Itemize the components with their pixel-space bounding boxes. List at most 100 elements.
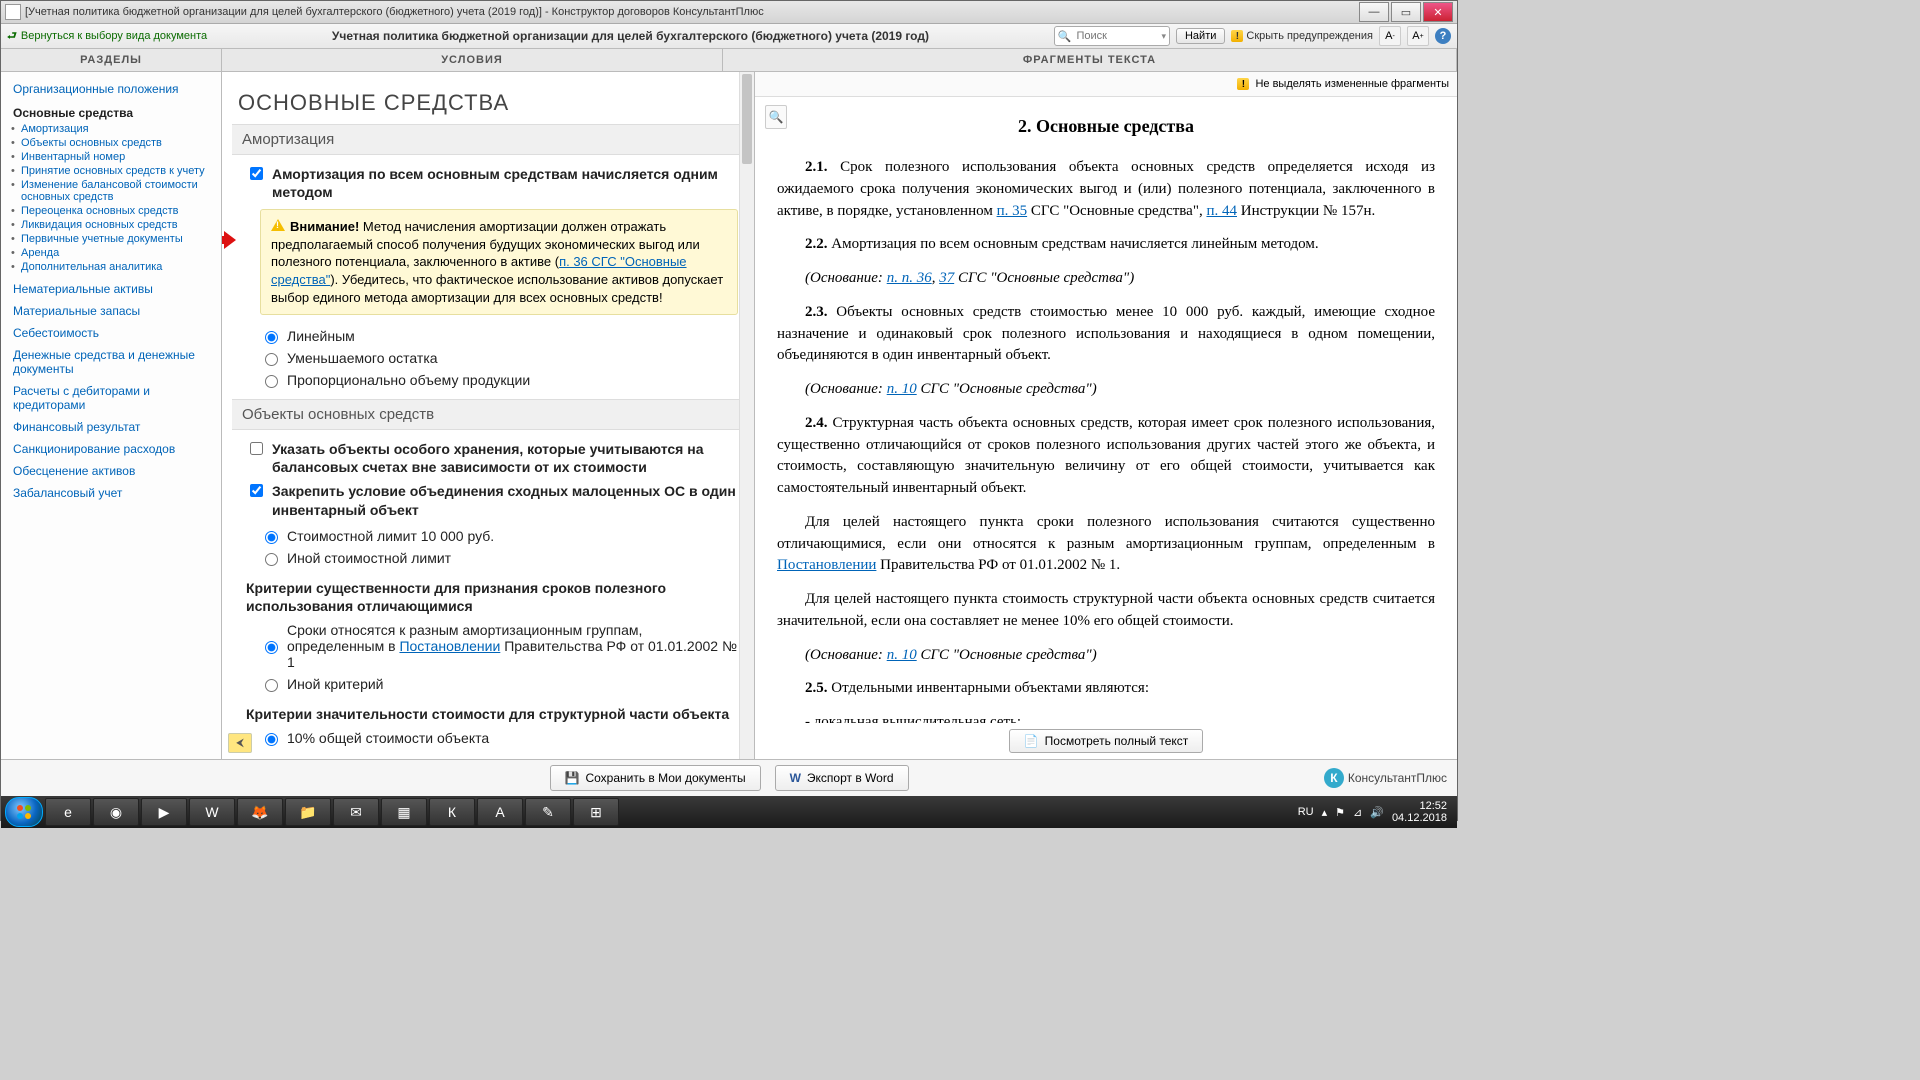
taskbar-mail[interactable]: ✉	[333, 798, 379, 826]
ref-link[interactable]: п. 10	[887, 647, 917, 663]
back-button[interactable]: ⮐ Вернуться к выбору вида документа	[7, 27, 207, 46]
radio-term-other[interactable]	[265, 679, 278, 692]
ref-link[interactable]: п. 35	[997, 203, 1028, 219]
no-highlight-toggle[interactable]: Не выделять измененные фрагменты	[1255, 78, 1449, 90]
sidebar-link[interactable]: Финансовый результат	[1, 416, 221, 438]
radio-cost-10000[interactable]	[265, 531, 278, 544]
sidebar-sub-item[interactable]: Ликвидация основных средств	[21, 218, 221, 232]
tray-network-icon[interactable]: ⊿	[1353, 806, 1362, 819]
taskbar-explorer[interactable]: 📁	[285, 798, 331, 826]
tray-volume-icon[interactable]: 🔊	[1370, 806, 1384, 819]
brand-logo-icon: К	[1324, 768, 1344, 788]
taskbar: e ◉ ▶ W 🦊 📁 ✉ ▦ К A ✎ ⊞ RU ▴ ⚑ ⊿ 🔊 12:52…	[1, 796, 1457, 828]
document-title: Учетная политика бюджетной организации д…	[213, 29, 1048, 43]
sidebar-link[interactable]: Обесценение активов	[1, 460, 221, 482]
sidebar-link[interactable]: Материальные запасы	[1, 300, 221, 322]
taskbar-media[interactable]: ▶	[141, 798, 187, 826]
taskbar-app[interactable]: ▦	[381, 798, 427, 826]
sidebar-sub-item[interactable]: Амортизация	[21, 122, 221, 136]
header-sections: РАЗДЕЛЫ	[1, 49, 222, 71]
taskbar-ie[interactable]: e	[45, 798, 91, 826]
ref-link[interactable]: п. п. 36	[887, 270, 932, 286]
sidebar-sub-item[interactable]: Первичные учетные документы	[21, 232, 221, 246]
font-decrease-button[interactable]: A-	[1379, 26, 1401, 46]
ref-link[interactable]: п. 44	[1206, 203, 1237, 219]
ref-link[interactable]: Постановлении	[777, 557, 876, 573]
window-title: [Учетная политика бюджетной организации …	[25, 6, 764, 18]
hide-warnings-button[interactable]: ! Скрыть предупреждения	[1231, 30, 1373, 42]
checkbox-combine-label: Закрепить условие объединения сходных ма…	[272, 482, 738, 518]
search-box[interactable]: 🔍 ▾	[1054, 26, 1170, 46]
sidebar-link[interactable]: Себестоимость	[1, 322, 221, 344]
sidebar-section-os[interactable]: Основные средства	[1, 100, 221, 122]
taskbar-word[interactable]: W	[189, 798, 235, 826]
taskbar-app2[interactable]: ✎	[525, 798, 571, 826]
significance-title: Критерии значительности стоимости для ст…	[246, 705, 738, 723]
sidebar-sub-item[interactable]: Объекты основных средств	[21, 136, 221, 150]
sidebar-sub-item[interactable]: Изменение балансовой стоимости основных …	[21, 178, 221, 204]
radio-term-groups[interactable]	[265, 641, 278, 654]
radio-group-terms: Сроки относятся к разным амортизационным…	[260, 619, 738, 695]
sidebar-link[interactable]: Нематериальные активы	[1, 278, 221, 300]
conditions-panel: ОСНОВНЫЕ СРЕДСТВА Амортизация Амортизаци…	[222, 72, 755, 759]
tray-flag-icon[interactable]: ⚑	[1335, 806, 1345, 819]
titlebar: [Учетная политика бюджетной организации …	[1, 1, 1457, 24]
radio-proportional-label: Пропорционально объему продукции	[287, 372, 530, 388]
conditions-scrollbar[interactable]	[739, 72, 754, 759]
search-input[interactable]	[1074, 30, 1158, 42]
prev-section-button[interactable]: ⮜	[228, 733, 252, 753]
sidebar-sub-item[interactable]: Дополнительная аналитика	[21, 260, 221, 274]
warning-box: Внимание! Метод начисления амортизации д…	[260, 209, 738, 315]
checkbox-special-label: Указать объекты особого хранения, которы…	[272, 440, 738, 476]
maximize-button[interactable]: ▭	[1391, 2, 1421, 22]
checkbox-amort-all[interactable]	[250, 167, 263, 180]
taskbar-firefox[interactable]: 🦊	[237, 798, 283, 826]
fragment-content: 2. Основные средства 2.1. Срок полезного…	[755, 97, 1457, 723]
zoom-fragment-icon[interactable]: 🔍	[765, 105, 787, 129]
save-label: Сохранить в Мои документы	[585, 771, 745, 785]
save-button[interactable]: 💾Сохранить в Мои документы	[550, 765, 761, 791]
tray-arrow-icon[interactable]: ▴	[1322, 806, 1328, 819]
radio-reducing[interactable]	[265, 353, 278, 366]
ref-link[interactable]: п. 10	[887, 381, 917, 397]
sidebar-link[interactable]: Санкционирование расходов	[1, 438, 221, 460]
sidebar-link-org[interactable]: Организационные положения	[1, 78, 221, 100]
minimize-button[interactable]: —	[1359, 2, 1389, 22]
close-button[interactable]: ✕	[1423, 2, 1453, 22]
taskbar-consultant[interactable]: К	[429, 798, 475, 826]
search-dropdown-icon[interactable]: ▾	[1158, 31, 1169, 42]
export-word-button[interactable]: WЭкспорт в Word	[775, 765, 909, 791]
taskbar-pdf[interactable]: A	[477, 798, 523, 826]
ref-link[interactable]: 37	[939, 270, 954, 286]
sidebar-link[interactable]: Забалансовый учет	[1, 482, 221, 504]
sidebar-sub-item[interactable]: Принятие основных средств к учету	[21, 164, 221, 178]
font-increase-button[interactable]: A+	[1407, 26, 1429, 46]
tray-clock[interactable]: 12:52 04.12.2018	[1392, 800, 1447, 824]
view-full-text-button[interactable]: 📄 Посмотреть полный текст	[1009, 729, 1204, 753]
search-icon: 🔍	[1055, 30, 1075, 43]
sidebar-sub-item[interactable]: Переоценка основных средств	[21, 204, 221, 218]
app-window: [Учетная политика бюджетной организации …	[0, 0, 1458, 821]
taskbar-app3[interactable]: ⊞	[573, 798, 619, 826]
sidebar-sub-item[interactable]: Инвентарный номер	[21, 150, 221, 164]
radio-linear[interactable]	[265, 331, 278, 344]
radio-group-cost: Стоимостной лимит 10 000 руб. Иной стоим…	[260, 525, 738, 569]
decree-link[interactable]: Постановлении	[399, 638, 500, 654]
radio-cost-other[interactable]	[265, 553, 278, 566]
find-button[interactable]: Найти	[1176, 28, 1225, 44]
back-label: Вернуться к выбору вида документа	[21, 30, 207, 42]
checkbox-special-objects[interactable]	[250, 442, 263, 455]
radio-proportional[interactable]	[265, 375, 278, 388]
word-icon: W	[790, 771, 801, 785]
checkbox-combine[interactable]	[250, 484, 263, 497]
sidebar-link[interactable]: Расчеты с дебиторами и кредиторами	[1, 380, 221, 416]
taskbar-chrome[interactable]: ◉	[93, 798, 139, 826]
app-icon	[5, 4, 21, 20]
tray-lang[interactable]: RU	[1298, 806, 1314, 818]
sidebar-sub-item[interactable]: Аренда	[21, 246, 221, 260]
start-button[interactable]	[5, 797, 43, 827]
fragments-panel: ! Не выделять измененные фрагменты 🔍 2. …	[755, 72, 1457, 759]
sidebar-link[interactable]: Денежные средства и денежные документы	[1, 344, 221, 380]
radio-sig-10pct[interactable]	[265, 733, 278, 746]
help-button[interactable]: ?	[1435, 28, 1451, 44]
